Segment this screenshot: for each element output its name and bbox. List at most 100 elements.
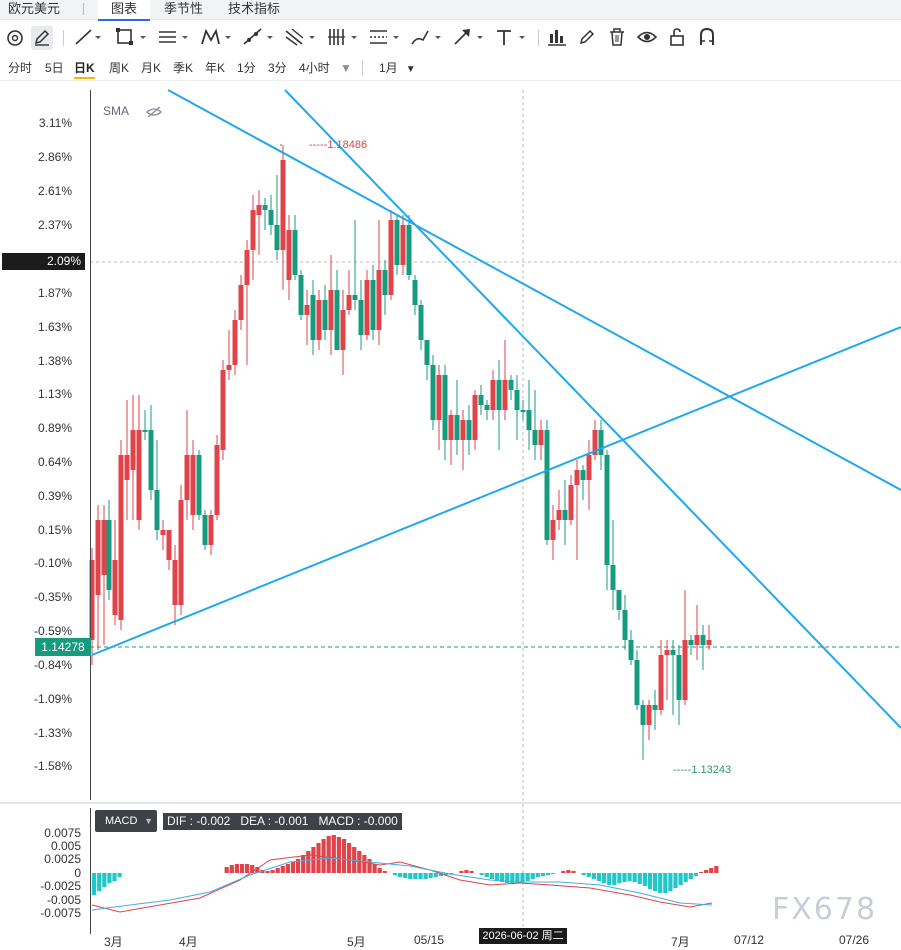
macd-histogram-bar: [464, 870, 469, 873]
candle-body: [178, 500, 184, 605]
candle-body: [136, 430, 142, 520]
candle-body: [250, 210, 256, 250]
macd-histogram-bar: [494, 873, 500, 881]
macd-histogram-bar: [290, 862, 296, 873]
candle-body: [130, 430, 136, 470]
candle-body: [142, 430, 148, 432]
candle-body: [520, 410, 526, 412]
candle-body: [340, 310, 346, 350]
macd-histogram-bar: [642, 873, 647, 886]
candle-body: [658, 655, 664, 710]
trendline-steep: [284, 89, 901, 729]
macd-histogram-bar: [107, 873, 112, 883]
candle-body: [694, 635, 700, 645]
macd-y-tick-label: 0.0075: [44, 826, 81, 840]
macd-histogram-bar: [688, 873, 693, 879]
y-tick-label: -1.09%: [33, 692, 72, 706]
macd-histogram-bar: [581, 873, 586, 875]
crosshair-date-box: 2026-06-02 周二: [479, 928, 567, 944]
trendline-rising: [91, 326, 901, 656]
y-tick-label: 1.87%: [37, 286, 72, 300]
candle-body: [688, 640, 694, 645]
macd-histogram-bar: [326, 836, 331, 873]
candle-body: [544, 430, 550, 540]
candle-body: [628, 640, 634, 660]
candle-body: [532, 430, 538, 445]
macd-histogram-bar: [306, 851, 311, 873]
candle-body: [358, 300, 364, 335]
candle-body: [334, 290, 340, 350]
macd-histogram-bar: [224, 867, 229, 873]
macd-histogram-bar: [97, 873, 102, 891]
candle-body: [214, 445, 220, 515]
pane-divider[interactable]: [0, 802, 901, 804]
candle-body: [472, 395, 478, 440]
candle-body: [706, 640, 712, 645]
macd-histogram-bar: [602, 873, 607, 883]
candle-body: [298, 275, 304, 315]
candle-body: [646, 705, 652, 725]
candle-body: [466, 420, 472, 440]
candle-body: [244, 250, 250, 285]
macd-histogram-bar: [403, 873, 408, 878]
hide-eye-icon: [145, 106, 162, 118]
candle-body: [412, 280, 418, 305]
macd-histogram-bar: [510, 873, 515, 884]
macd-y-axis-line: [90, 808, 91, 934]
candle-body: [280, 160, 286, 250]
y-tick-label: 0.64%: [37, 455, 72, 469]
macd-histogram-bar: [382, 871, 387, 873]
dif-line: [91, 854, 713, 913]
candle-body: [400, 225, 406, 265]
macd-histogram-bar: [239, 864, 245, 873]
candle-body: [640, 705, 646, 725]
candle-body: [220, 370, 226, 450]
macd-histogram-bar: [607, 873, 612, 885]
macd-y-tick-label: -0.005: [46, 893, 81, 907]
candle-body: [418, 305, 424, 340]
macd-histogram-bar: [530, 873, 535, 879]
y-tick-label: -0.59%: [33, 624, 72, 638]
macd-histogram-bar: [673, 873, 678, 888]
candle-body: [370, 280, 376, 330]
candle-body: [670, 650, 676, 655]
macd-histogram-bar: [627, 873, 632, 881]
macd-histogram-bar: [586, 873, 591, 877]
macd-histogram-bar: [341, 839, 347, 873]
macd-histogram-bar: [622, 873, 627, 882]
macd-histogram-bar: [362, 855, 367, 873]
macd-histogram-bar: [316, 843, 321, 873]
candle-body: [556, 510, 562, 520]
candle-body: [95, 520, 101, 595]
candle-body: [478, 395, 484, 405]
last-price-box: 1.14278: [35, 638, 91, 656]
y-tick-label: 0.15%: [37, 523, 72, 537]
macd-histogram-bar: [270, 870, 275, 873]
candle-body: [310, 295, 316, 340]
candle-body: [196, 455, 202, 515]
macd-histogram-bar: [704, 870, 709, 873]
candle-body: [388, 220, 394, 295]
macd-histogram-bar: [678, 873, 683, 885]
candle-body: [154, 490, 160, 530]
sma-label[interactable]: SMA: [103, 104, 162, 118]
candle-body: [502, 380, 508, 410]
macd-indicator-button[interactable]: MACD ▼: [95, 810, 157, 832]
macd-histogram-bar: [367, 859, 372, 873]
candle-body: [580, 470, 586, 480]
macd-histogram-bar: [658, 873, 663, 893]
candle-body: [364, 280, 370, 335]
candle-body: [190, 455, 196, 515]
x-tick-label: 05/15: [414, 933, 445, 947]
candle-body: [568, 485, 574, 520]
candle-body: [268, 210, 274, 225]
candle-body: [208, 515, 214, 545]
macd-histogram-bar: [683, 873, 688, 882]
macd-histogram-bar: [245, 864, 250, 873]
macd-histogram-bar: [423, 873, 428, 879]
macd-histogram-bar: [377, 868, 382, 873]
candle-body: [550, 520, 556, 540]
macd-histogram-bar: [347, 843, 352, 873]
y-tick-label: 3.11%: [38, 116, 72, 130]
macd-histogram-bar: [321, 839, 326, 873]
